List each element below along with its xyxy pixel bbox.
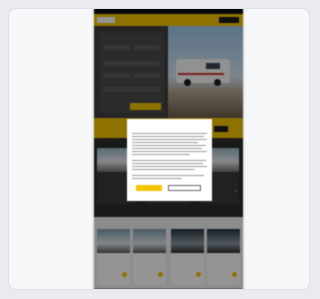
mobile-page-screenshot: ★ ★ ★ bbox=[94, 9, 243, 290]
preview-card: ★ ★ ★ bbox=[8, 8, 310, 290]
decline-cookies-button[interactable] bbox=[168, 185, 201, 191]
text-line bbox=[132, 136, 204, 137]
text-line bbox=[132, 139, 207, 140]
text-line bbox=[132, 175, 204, 176]
text-line bbox=[132, 133, 207, 134]
text-line bbox=[132, 145, 206, 146]
text-line bbox=[132, 151, 207, 152]
text-line bbox=[132, 178, 182, 179]
accept-cookies-button[interactable] bbox=[136, 185, 162, 191]
text-line bbox=[132, 142, 198, 143]
text-line bbox=[132, 169, 195, 170]
text-line bbox=[132, 163, 203, 164]
text-line bbox=[132, 166, 207, 167]
text-line bbox=[132, 160, 206, 161]
text-line bbox=[132, 154, 190, 155]
text-line bbox=[132, 148, 202, 149]
cookie-consent-dialog bbox=[127, 119, 212, 201]
site-footer bbox=[94, 289, 243, 290]
